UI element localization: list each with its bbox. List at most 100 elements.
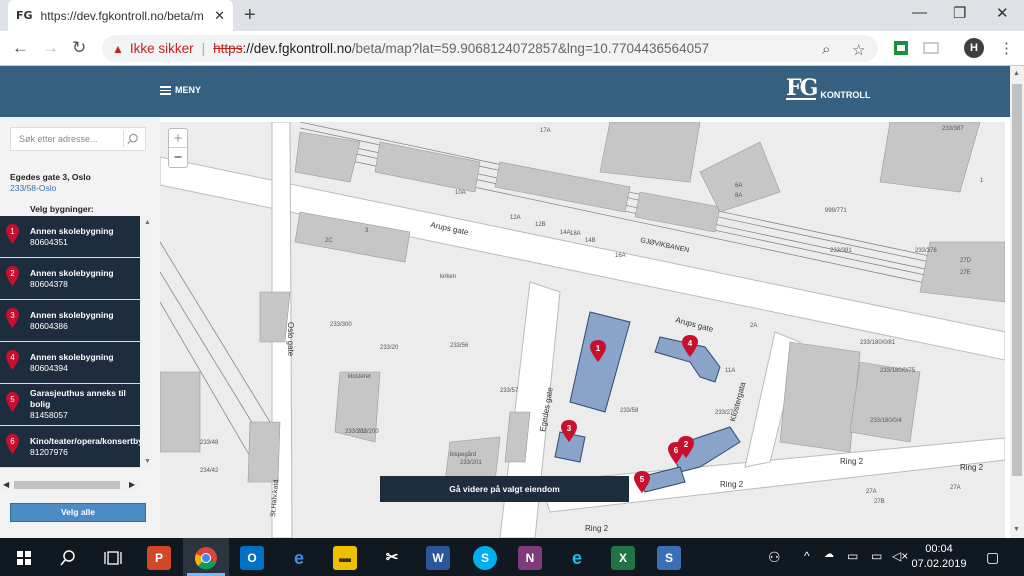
internet-explorer-icon[interactable]: e [565, 546, 589, 570]
profile-avatar[interactable]: H [964, 38, 984, 58]
search-icon[interactable] [56, 546, 80, 570]
search-zoom-icon[interactable]: ⌕ [822, 41, 830, 58]
browser-tab-strip: FG https://dev.fgkontroll.no/beta/m ✕ + … [0, 0, 1024, 31]
tab-title: https://dev.fgkontroll.no/beta/m [40, 8, 204, 23]
people-icon[interactable]: ⚇ [768, 549, 781, 566]
search-icon[interactable] [123, 131, 141, 147]
building-item[interactable]: 5 Garasjeuthus anneks til bolig 81458057 [0, 384, 140, 426]
minimize-button[interactable]: — [912, 4, 927, 21]
file-explorer-icon[interactable]: ▬ [333, 546, 357, 570]
building-item[interactable]: 4 Annen skolebygning 80604394 [0, 342, 140, 384]
snipping-tool-icon[interactable]: ✂ [380, 546, 404, 570]
plot-label: 27B [874, 499, 885, 505]
map-pin-icon: 4 [6, 350, 19, 370]
forward-arrow-icon[interactable]: → [42, 38, 59, 58]
back-arrow-icon[interactable]: ← [12, 38, 29, 58]
edge-icon[interactable]: e [287, 546, 311, 570]
word-icon[interactable]: W [426, 546, 450, 570]
building-item[interactable]: 1 Annen skolebygning 80604351 [0, 216, 140, 258]
building-number: 80604378 [30, 279, 68, 289]
select-all-button[interactable]: Velg alle [10, 503, 146, 522]
menu-button[interactable]: MENY [160, 84, 201, 97]
building-number: 80604351 [30, 237, 68, 247]
battery-icon[interactable]: ▭ [847, 549, 858, 563]
building-number: 81207976 [30, 447, 68, 457]
plot-label: 8A [735, 193, 742, 199]
address-bar[interactable]: ▲ Ikke sikker | https://dev.fgkontroll.n… [102, 35, 878, 62]
go-to-property-button[interactable]: Gå videre på valgt eiendom [380, 476, 629, 502]
building-item[interactable]: 2 Annen skolebygning 80604378 [0, 258, 140, 300]
extension-sheets-icon[interactable] [893, 40, 909, 56]
close-window-button[interactable]: ✕ [996, 4, 1009, 22]
plot-label: 16A [615, 253, 626, 259]
building-item[interactable]: 3 Annen skolebygning 80604386 [0, 300, 140, 342]
page-scrollbar[interactable]: ▲ ▼ [1010, 66, 1024, 538]
extension-cast-icon[interactable] [923, 40, 939, 56]
bookmark-star-icon[interactable]: ☆ [852, 41, 865, 59]
building-number: 80604386 [30, 321, 68, 331]
plot-label: 6A [735, 183, 742, 189]
reload-icon[interactable]: ↻ [72, 38, 86, 58]
outlook-icon[interactable]: O [240, 546, 264, 570]
address-search-input[interactable]: Søk etter adresse... [10, 127, 146, 151]
browser-tab[interactable]: FG https://dev.fgkontroll.no/beta/m ✕ [8, 0, 233, 31]
plot-label: 233/376 [915, 248, 937, 254]
notifications-icon[interactable]: ▢ [986, 549, 999, 566]
plot-label: 1 [980, 178, 984, 184]
svg-text:1: 1 [596, 344, 601, 353]
chevron-up-icon[interactable]: ^ [804, 549, 810, 563]
network-icon[interactable]: ▭ [871, 549, 882, 563]
cloud-icon[interactable]: ☁ [824, 549, 834, 560]
scrollbar-thumb[interactable] [14, 481, 120, 489]
tab-close-icon[interactable]: ✕ [214, 8, 225, 24]
building-number: 81458057 [30, 410, 68, 420]
list-vertical-scrollbar[interactable]: ▲ ▼ [141, 216, 153, 468]
windows-start-icon[interactable] [12, 546, 36, 570]
street-label: Ring 2 [585, 524, 609, 533]
hamburger-icon [160, 84, 171, 97]
powerpoint-icon[interactable]: P [147, 546, 171, 570]
volume-icon[interactable]: ◁× [892, 549, 908, 563]
plot-label: 233/180/0/81 [860, 340, 896, 346]
divider: | [201, 41, 206, 56]
building-name: Kino/teater/opera/konsertbyg [30, 436, 140, 446]
scrollbar-thumb[interactable] [1012, 84, 1022, 476]
building-number: 80604394 [30, 363, 68, 373]
app-s-icon[interactable]: S [657, 546, 681, 570]
fg-favicon-icon: FG [16, 9, 33, 22]
plot-label: klosteret [348, 374, 371, 380]
plot-label: 27A [950, 485, 961, 491]
plot-label: bispegård [450, 451, 476, 458]
zoom-out-button[interactable]: − [169, 148, 187, 167]
scroll-up-icon[interactable]: ▲ [1013, 70, 1020, 77]
scroll-up-icon[interactable]: ▲ [144, 219, 151, 226]
svg-text:6: 6 [674, 446, 679, 455]
security-label[interactable]: Ikke sikker [130, 41, 194, 56]
chrome-icon[interactable] [194, 546, 218, 570]
building-name-line2: bolig [30, 399, 51, 409]
building-name: Annen skolebygning [30, 352, 114, 362]
scroll-left-icon[interactable]: ◀ [3, 480, 9, 489]
onenote-icon[interactable]: N [518, 546, 542, 570]
scroll-right-icon[interactable]: ▶ [129, 480, 135, 489]
excel-icon[interactable]: X [611, 546, 635, 570]
plot-label: 18A [570, 231, 581, 237]
building-item[interactable]: 6 Kino/teater/opera/konsertbyg 81207976 [0, 426, 140, 468]
map-pin-icon: 1 [6, 224, 19, 244]
map-pin-icon: 6 [6, 434, 19, 454]
clock-time: 00:04 [925, 543, 953, 555]
plot-label: 12B [535, 222, 546, 228]
restore-button[interactable]: ❐ [953, 4, 966, 22]
scroll-down-icon[interactable]: ▼ [1013, 526, 1020, 533]
browser-menu-icon[interactable]: ⋮ [999, 39, 1014, 57]
plot-label: 234/42 [200, 468, 219, 474]
skype-icon[interactable]: S [473, 546, 497, 570]
scroll-down-icon[interactable]: ▼ [144, 458, 151, 465]
plot-label: 10A [455, 190, 466, 196]
task-view-icon[interactable] [101, 546, 125, 570]
taskbar-clock[interactable]: 00:04 07.02.2019 [908, 542, 970, 572]
fg-kontroll-logo[interactable]: FG KONTROLL [786, 77, 870, 100]
zoom-in-button[interactable]: + [169, 129, 187, 148]
list-horizontal-scrollbar[interactable]: ◀ ▶ [0, 479, 140, 491]
new-tab-button[interactable]: + [244, 4, 256, 27]
